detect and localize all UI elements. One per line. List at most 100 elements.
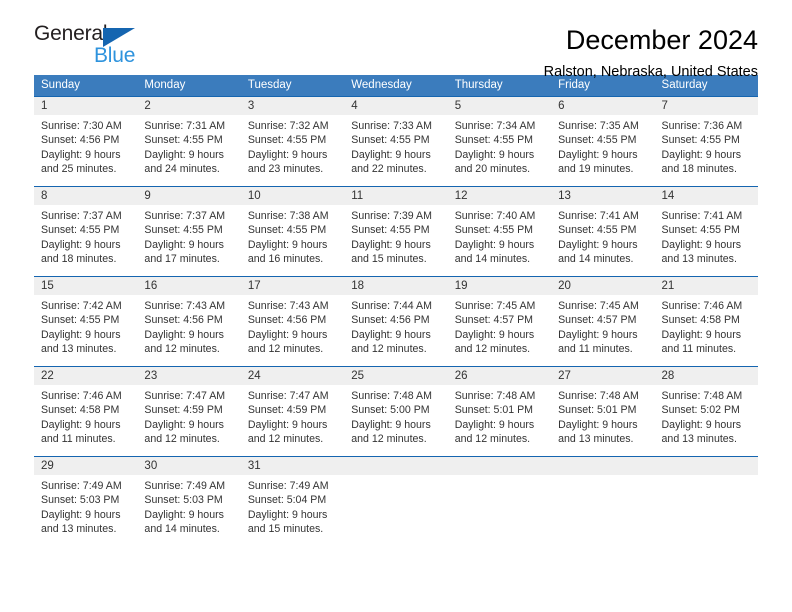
day-number: 12 (447, 187, 552, 205)
calendar-day-cell[interactable]: 1 Sunrise: 7:30 AM Sunset: 4:56 PM Dayli… (34, 96, 138, 187)
daylight-duration-line2: and 12 minutes. (351, 343, 427, 356)
calendar-day-cell[interactable]: 25 Sunrise: 7:48 AM Sunset: 5:00 PM Dayl… (344, 366, 448, 457)
sunset-time: Sunset: 4:55 PM (41, 314, 120, 327)
title-block: December 2024 Ralston, Nebraska, United … (154, 22, 758, 83)
sunrise-time: Sunrise: 7:45 AM (558, 300, 639, 312)
calendar-day-cell[interactable]: 2 Sunrise: 7:31 AM Sunset: 4:55 PM Dayli… (137, 96, 241, 187)
day-number: 29 (34, 457, 138, 475)
daylight-duration-line2: and 11 minutes. (558, 343, 633, 356)
day-details: Sunrise: 7:49 AM Sunset: 5:04 PM Dayligh… (241, 475, 344, 537)
day-number: 17 (240, 277, 345, 295)
calendar-day-cell[interactable]: 24 Sunrise: 7:47 AM Sunset: 4:59 PM Dayl… (240, 366, 345, 457)
sunrise-time: Sunrise: 7:49 AM (144, 480, 226, 492)
calendar-day-cell[interactable]: 13 Sunrise: 7:41 AM Sunset: 4:55 PM Dayl… (551, 186, 655, 277)
daylight-duration-line1: Daylight: 9 hours (454, 238, 535, 251)
daylight-duration-line2: and 14 minutes. (558, 253, 634, 266)
day-number: 6 (551, 97, 655, 115)
calendar-day-cell[interactable]: 8 Sunrise: 7:37 AM Sunset: 4:55 PM Dayli… (34, 186, 138, 277)
calendar-day-cell[interactable]: 7 Sunrise: 7:36 AM Sunset: 4:55 PM Dayli… (654, 96, 758, 187)
sunset-time: Sunset: 4:57 PM (454, 314, 534, 327)
calendar-day-cell[interactable]: 31 Sunrise: 7:49 AM Sunset: 5:04 PM Dayl… (240, 456, 345, 546)
calendar-day-cell[interactable]: 27 Sunrise: 7:48 AM Sunset: 5:01 PM Dayl… (551, 366, 655, 457)
sunset-time: Sunset: 4:55 PM (144, 134, 223, 147)
calendar-day-cell[interactable]: 15 Sunrise: 7:42 AM Sunset: 4:55 PM Dayl… (34, 276, 138, 367)
daylight-duration-line2: and 15 minutes. (247, 523, 324, 536)
calendar-day-cell[interactable]: 14 Sunrise: 7:41 AM Sunset: 4:55 PM Dayl… (654, 186, 758, 277)
daylight-duration-line2: and 14 minutes. (144, 523, 220, 536)
daylight-duration-line1: Daylight: 9 hours (558, 418, 638, 431)
day-details: Sunrise: 7:36 AM Sunset: 4:55 PM Dayligh… (655, 115, 758, 177)
daylight-duration-line2: and 24 minutes. (144, 163, 220, 176)
daylight-duration-line1: Daylight: 9 hours (41, 418, 121, 431)
calendar-week-row: 29 Sunrise: 7:49 AM Sunset: 5:03 PM Dayl… (34, 456, 758, 546)
daylight-duration-line1: Daylight: 9 hours (41, 148, 121, 161)
calendar-day-cell[interactable]: 6 Sunrise: 7:35 AM Sunset: 4:55 PM Dayli… (551, 96, 655, 187)
calendar-day-cell[interactable]: 23 Sunrise: 7:47 AM Sunset: 4:59 PM Dayl… (137, 366, 241, 457)
daylight-duration-line2: and 11 minutes. (661, 343, 737, 356)
brand-logo[interactable]: General Blue (34, 22, 154, 70)
sunset-time: Sunset: 5:04 PM (247, 494, 327, 507)
calendar-day-cell[interactable]: 19 Sunrise: 7:45 AM Sunset: 4:57 PM Dayl… (447, 276, 552, 367)
daylight-duration-line2: and 19 minutes. (558, 163, 634, 176)
daylight-duration-line2: and 18 minutes. (661, 163, 737, 176)
calendar-day-cell[interactable]: 30 Sunrise: 7:49 AM Sunset: 5:03 PM Dayl… (137, 456, 241, 546)
day-details: Sunrise: 7:43 AM Sunset: 4:56 PM Dayligh… (137, 295, 240, 357)
day-details: Sunrise: 7:35 AM Sunset: 4:55 PM Dayligh… (551, 115, 654, 177)
daylight-duration-line2: and 18 minutes. (41, 253, 117, 266)
daylight-duration-line1: Daylight: 9 hours (351, 238, 431, 251)
day-number: 28 (654, 367, 758, 385)
day-details: Sunrise: 7:48 AM Sunset: 5:01 PM Dayligh… (448, 385, 551, 447)
daylight-duration-line1: Daylight: 9 hours (247, 238, 328, 251)
weekday-header-sunday: Sunday (34, 75, 138, 97)
daylight-duration-line1: Daylight: 9 hours (247, 418, 328, 431)
day-number: 5 (447, 97, 552, 115)
sunrise-time: Sunrise: 7:36 AM (661, 120, 743, 132)
day-details: Sunrise: 7:34 AM Sunset: 4:55 PM Dayligh… (448, 115, 551, 177)
daylight-duration-line1: Daylight: 9 hours (144, 418, 224, 431)
sunset-time: Sunset: 4:55 PM (41, 224, 120, 237)
sunrise-time: Sunrise: 7:46 AM (41, 390, 122, 402)
calendar-day-cell[interactable]: 9 Sunrise: 7:37 AM Sunset: 4:55 PM Dayli… (137, 186, 241, 277)
calendar-day-cell[interactable]: 28 Sunrise: 7:48 AM Sunset: 5:02 PM Dayl… (654, 366, 758, 457)
daylight-duration-line1: Daylight: 9 hours (41, 238, 121, 251)
day-number: 23 (137, 367, 241, 385)
calendar-day-cell[interactable]: 20 Sunrise: 7:45 AM Sunset: 4:57 PM Dayl… (551, 276, 655, 367)
day-details: Sunrise: 7:47 AM Sunset: 4:59 PM Dayligh… (137, 385, 240, 447)
day-details: Sunrise: 7:41 AM Sunset: 4:55 PM Dayligh… (655, 205, 758, 267)
page-header: General Blue December 2024 Ralston, Nebr… (0, 0, 792, 80)
calendar-day-cell[interactable]: 17 Sunrise: 7:43 AM Sunset: 4:56 PM Dayl… (240, 276, 345, 367)
calendar-day-cell[interactable]: 5 Sunrise: 7:34 AM Sunset: 4:55 PM Dayli… (447, 96, 552, 187)
day-number (447, 457, 552, 475)
sunset-time: Sunset: 5:03 PM (144, 494, 223, 507)
calendar-day-cell[interactable]: 4 Sunrise: 7:33 AM Sunset: 4:55 PM Dayli… (344, 96, 448, 187)
calendar-week-row: 22 Sunrise: 7:46 AM Sunset: 4:58 PM Dayl… (34, 366, 758, 457)
brand-name-general: General (34, 22, 108, 45)
daylight-duration-line1: Daylight: 9 hours (661, 418, 742, 431)
sunset-time: Sunset: 4:55 PM (454, 224, 534, 237)
calendar-day-cell[interactable]: 18 Sunrise: 7:44 AM Sunset: 4:56 PM Dayl… (344, 276, 448, 367)
daylight-duration-line1: Daylight: 9 hours (144, 238, 224, 251)
daylight-duration-line1: Daylight: 9 hours (558, 238, 638, 251)
sunrise-time: Sunrise: 7:31 AM (144, 120, 226, 132)
calendar-day-cell[interactable]: 3 Sunrise: 7:32 AM Sunset: 4:55 PM Dayli… (240, 96, 345, 187)
sunrise-time: Sunrise: 7:48 AM (661, 390, 743, 402)
calendar-day-cell[interactable]: 10 Sunrise: 7:38 AM Sunset: 4:55 PM Dayl… (240, 186, 345, 277)
calendar-day-cell[interactable]: 16 Sunrise: 7:43 AM Sunset: 4:56 PM Dayl… (137, 276, 241, 367)
calendar-day-cell[interactable]: 22 Sunrise: 7:46 AM Sunset: 4:58 PM Dayl… (34, 366, 138, 457)
daylight-duration-line2: and 13 minutes. (661, 253, 737, 266)
sunset-time: Sunset: 4:55 PM (661, 134, 740, 147)
daylight-duration-line1: Daylight: 9 hours (247, 508, 328, 521)
calendar-day-cell[interactable]: 26 Sunrise: 7:48 AM Sunset: 5:01 PM Dayl… (447, 366, 552, 457)
calendar-day-cell[interactable]: 11 Sunrise: 7:39 AM Sunset: 4:55 PM Dayl… (344, 186, 448, 277)
calendar-day-cell[interactable]: 21 Sunrise: 7:46 AM Sunset: 4:58 PM Dayl… (654, 276, 758, 367)
day-number: 30 (137, 457, 241, 475)
daylight-duration-line1: Daylight: 9 hours (558, 148, 638, 161)
sunset-time: Sunset: 4:56 PM (247, 314, 327, 327)
day-number: 24 (240, 367, 345, 385)
day-details: Sunrise: 7:41 AM Sunset: 4:55 PM Dayligh… (551, 205, 654, 267)
day-number: 4 (344, 97, 448, 115)
daylight-duration-line2: and 12 minutes. (247, 433, 324, 446)
calendar-day-cell[interactable]: 12 Sunrise: 7:40 AM Sunset: 4:55 PM Dayl… (447, 186, 552, 277)
calendar-day-cell[interactable]: 29 Sunrise: 7:49 AM Sunset: 5:03 PM Dayl… (34, 456, 138, 546)
sunset-time: Sunset: 4:56 PM (144, 314, 223, 327)
